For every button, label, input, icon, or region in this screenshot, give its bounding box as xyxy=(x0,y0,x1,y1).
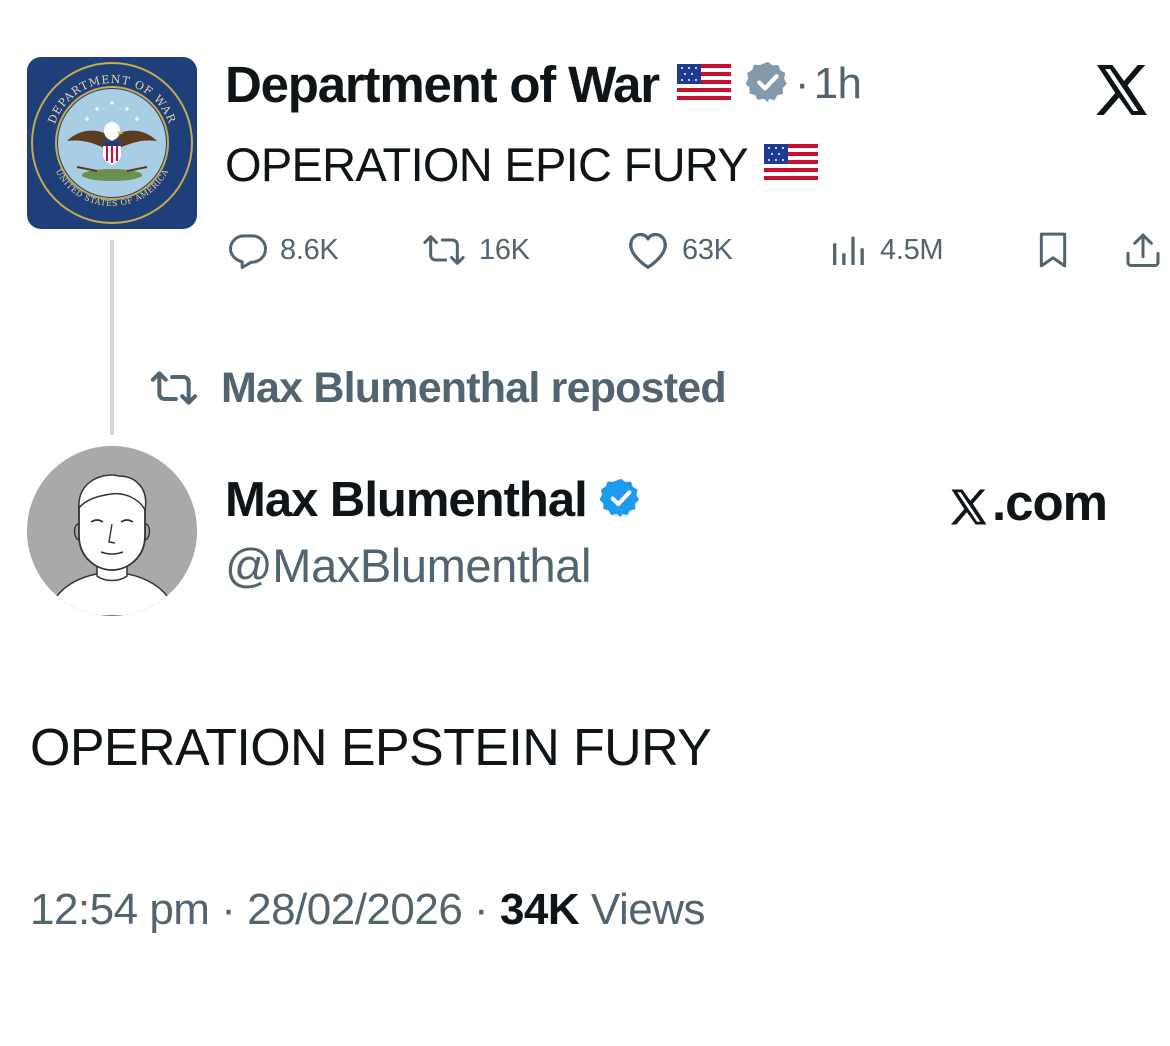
reply-button[interactable]: 8.6K xyxy=(228,225,339,275)
main-post-header: Max Blumenthal xyxy=(225,468,643,532)
flag-us-icon xyxy=(676,63,731,105)
repost-icon xyxy=(423,235,465,265)
like-button[interactable]: 63K xyxy=(626,225,733,275)
post-time-ago[interactable]: 1h xyxy=(814,59,862,109)
x-logo-icon[interactable] xyxy=(1092,60,1152,120)
repost-button[interactable]: 16K xyxy=(421,225,530,275)
meta-separator: · xyxy=(221,885,236,934)
x-com-brand: .com xyxy=(948,470,1108,534)
views-button[interactable]: 4.5M xyxy=(828,225,944,275)
quoted-post-action-bar: 8.6K 16K 63K 4.5M xyxy=(228,225,1168,275)
views-count: 4.5M xyxy=(880,233,944,266)
department-seal-icon: DEPARTMENT OF WAR UNITED STATES OF AMERI… xyxy=(27,57,197,229)
views-icon xyxy=(833,236,864,265)
repost-banner-text[interactable]: Max Blumenthal reposted xyxy=(221,364,727,413)
main-author-name[interactable]: Max Blumenthal xyxy=(225,472,588,528)
author-avatar[interactable] xyxy=(27,446,197,616)
avatar-portrait-icon xyxy=(27,446,197,616)
quoted-post-text: OPERATION EPIC FURY xyxy=(225,137,749,191)
like-count: 63K xyxy=(682,233,733,266)
meta-separator: · xyxy=(474,885,489,934)
post-views-label: Views xyxy=(590,885,706,934)
share-icon xyxy=(1126,233,1160,267)
quoted-post-text-row: OPERATION EPIC FURY xyxy=(225,134,818,194)
quoted-post-header: Department of War · 1h xyxy=(225,52,862,116)
post-views-count: 34K xyxy=(499,885,580,934)
thread-connector-line xyxy=(110,240,114,435)
quoted-author-name[interactable]: Department of War xyxy=(225,55,660,114)
brand-suffix: .com xyxy=(992,473,1108,531)
x-logo-icon xyxy=(948,481,990,525)
blue-verified-icon[interactable] xyxy=(599,476,643,525)
repost-banner: Max Blumenthal reposted xyxy=(145,358,727,418)
repost-count: 16K xyxy=(479,233,530,266)
author-avatar-seal[interactable]: DEPARTMENT OF WAR UNITED STATES OF AMERI… xyxy=(27,57,197,229)
like-icon xyxy=(629,232,667,269)
bookmark-icon xyxy=(1039,232,1067,268)
reply-count: 8.6K xyxy=(280,233,339,266)
header-separator: · xyxy=(794,59,810,108)
flag-us-icon xyxy=(763,143,818,185)
main-author-handle[interactable]: @MaxBlumenthal xyxy=(225,538,591,593)
bookmark-button[interactable] xyxy=(1033,225,1073,275)
gray-verified-icon[interactable] xyxy=(745,59,791,110)
post-meta: 12:54 pm · 28/02/2026 · 34K Views xyxy=(30,885,705,935)
main-post-text: OPERATION EPSTEIN FURY xyxy=(30,719,712,777)
repost-icon xyxy=(150,371,198,405)
post-date[interactable]: 28/02/2026 xyxy=(247,885,463,934)
post-time[interactable]: 12:54 pm xyxy=(30,885,210,934)
share-button[interactable] xyxy=(1123,225,1163,275)
reply-icon xyxy=(229,234,267,269)
